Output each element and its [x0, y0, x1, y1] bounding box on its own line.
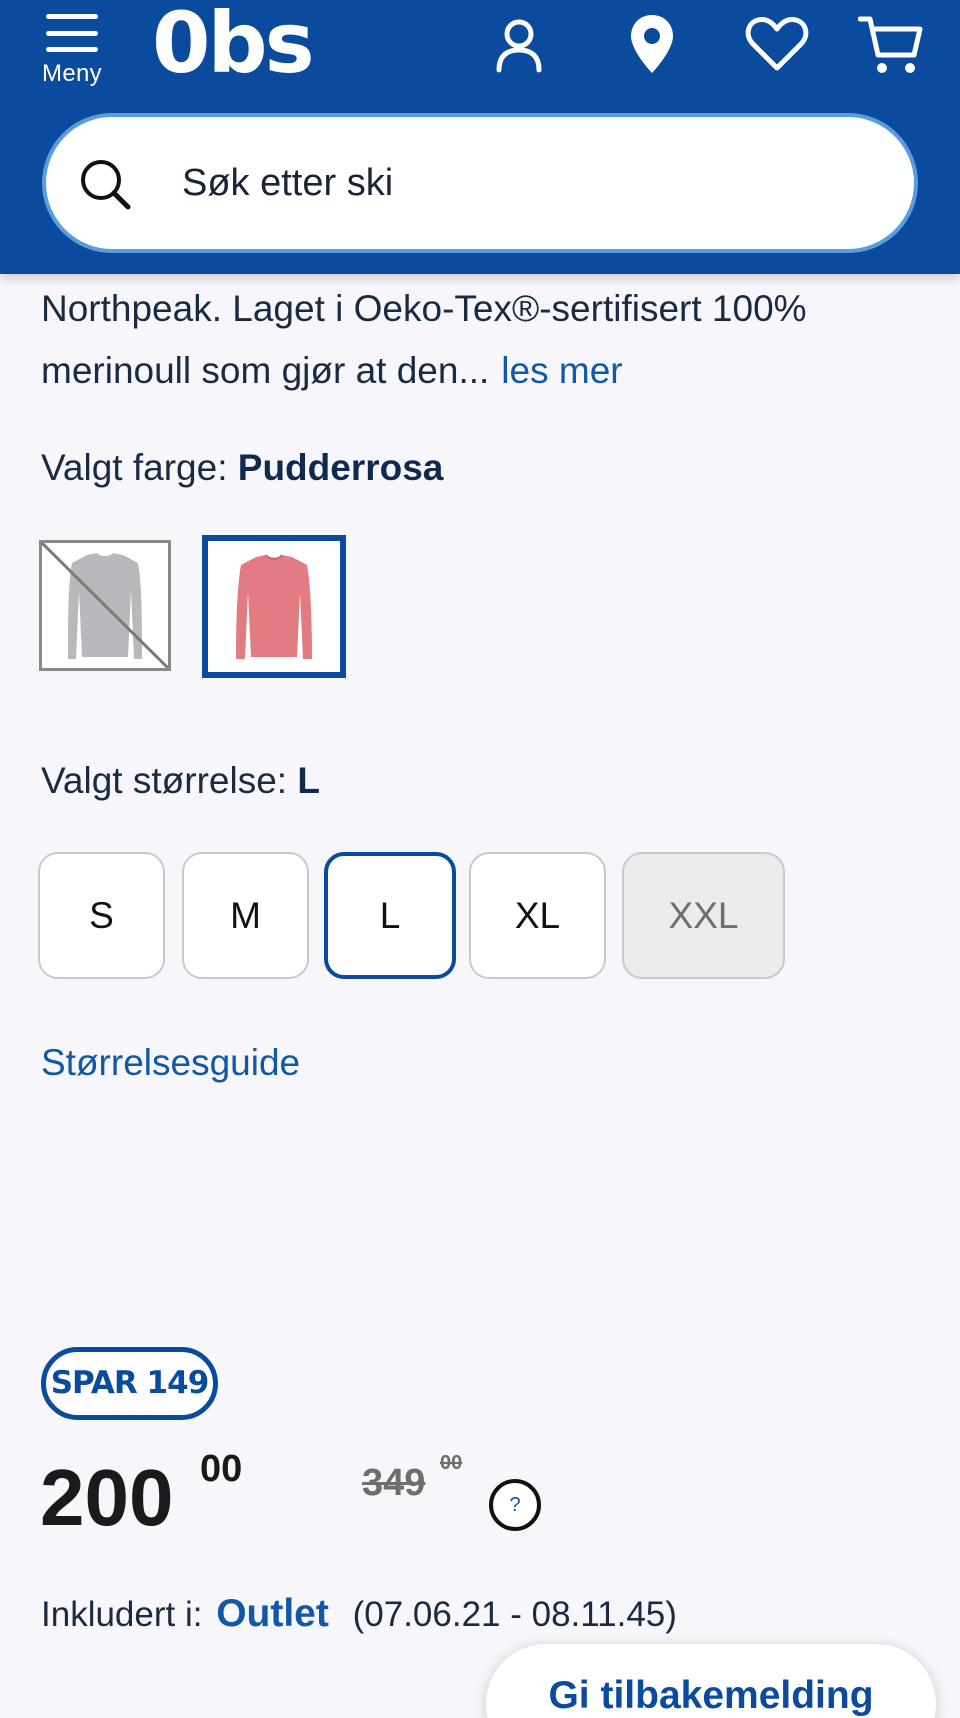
campaign-info: Inkludert i: Outlet (07.06.21 - 08.11.45…: [41, 1592, 677, 1636]
size-option-xl[interactable]: XL: [469, 852, 606, 979]
read-more-link[interactable]: les mer: [501, 350, 622, 391]
obs-logo[interactable]: 0bs: [152, 0, 315, 86]
selected-size-label: Valgt størrelse: L: [41, 760, 320, 802]
old-price-decimals: 00: [440, 1452, 463, 1474]
size-value: L: [297, 760, 320, 801]
savings-badge: SPAR 149: [41, 1347, 218, 1420]
campaign-label: Inkludert i:: [41, 1595, 203, 1634]
size-label: Valgt størrelse:: [41, 760, 288, 801]
price-whole: 200: [40, 1453, 174, 1542]
old-price-whole: 349: [362, 1462, 426, 1504]
feedback-button[interactable]: Gi tilbakemelding: [486, 1644, 936, 1718]
campaign-period: (07.06.21 - 08.11.45): [352, 1595, 677, 1634]
heart-icon[interactable]: [742, 10, 812, 80]
size-option-l[interactable]: L: [324, 852, 456, 979]
size-option-m[interactable]: M: [182, 852, 309, 979]
search-icon: [81, 160, 131, 210]
menu-label: Meny: [42, 60, 102, 87]
campaign-link[interactable]: Outlet: [216, 1592, 329, 1635]
product-description: Northpeak. Laget i Oeko-Tex®-sertifisert…: [41, 278, 931, 402]
location-pin-icon[interactable]: [617, 10, 687, 80]
search-bar[interactable]: Søk etter ski: [42, 113, 918, 253]
color-value: Pudderrosa: [237, 447, 444, 488]
size-option-s[interactable]: S: [38, 852, 165, 979]
hamburger-icon: [46, 14, 98, 52]
selected-color-label: Valgt farge: Pudderrosa: [41, 447, 443, 489]
user-icon[interactable]: [484, 10, 554, 80]
description-text: Northpeak. Laget i Oeko-Tex®-sertifisert…: [41, 288, 807, 391]
menu-button[interactable]: Meny: [34, 10, 110, 92]
color-swatch-pudderrosa[interactable]: [202, 535, 346, 678]
search-input[interactable]: Søk etter ski: [182, 117, 393, 249]
cart-icon[interactable]: [856, 10, 926, 80]
price-help-icon[interactable]: ?: [489, 1479, 541, 1531]
price-decimals: 00: [200, 1448, 243, 1490]
product-page: Meny 0bs Søk etter ski Northpeak. Laget …: [0, 0, 960, 1718]
size-option-xxl: XXL: [622, 852, 785, 979]
color-swatch-grey[interactable]: [39, 540, 171, 671]
color-label: Valgt farge:: [41, 447, 228, 488]
size-guide-link[interactable]: Størrelsesguide: [41, 1042, 300, 1084]
site-header: Meny 0bs Søk etter ski: [0, 0, 960, 274]
